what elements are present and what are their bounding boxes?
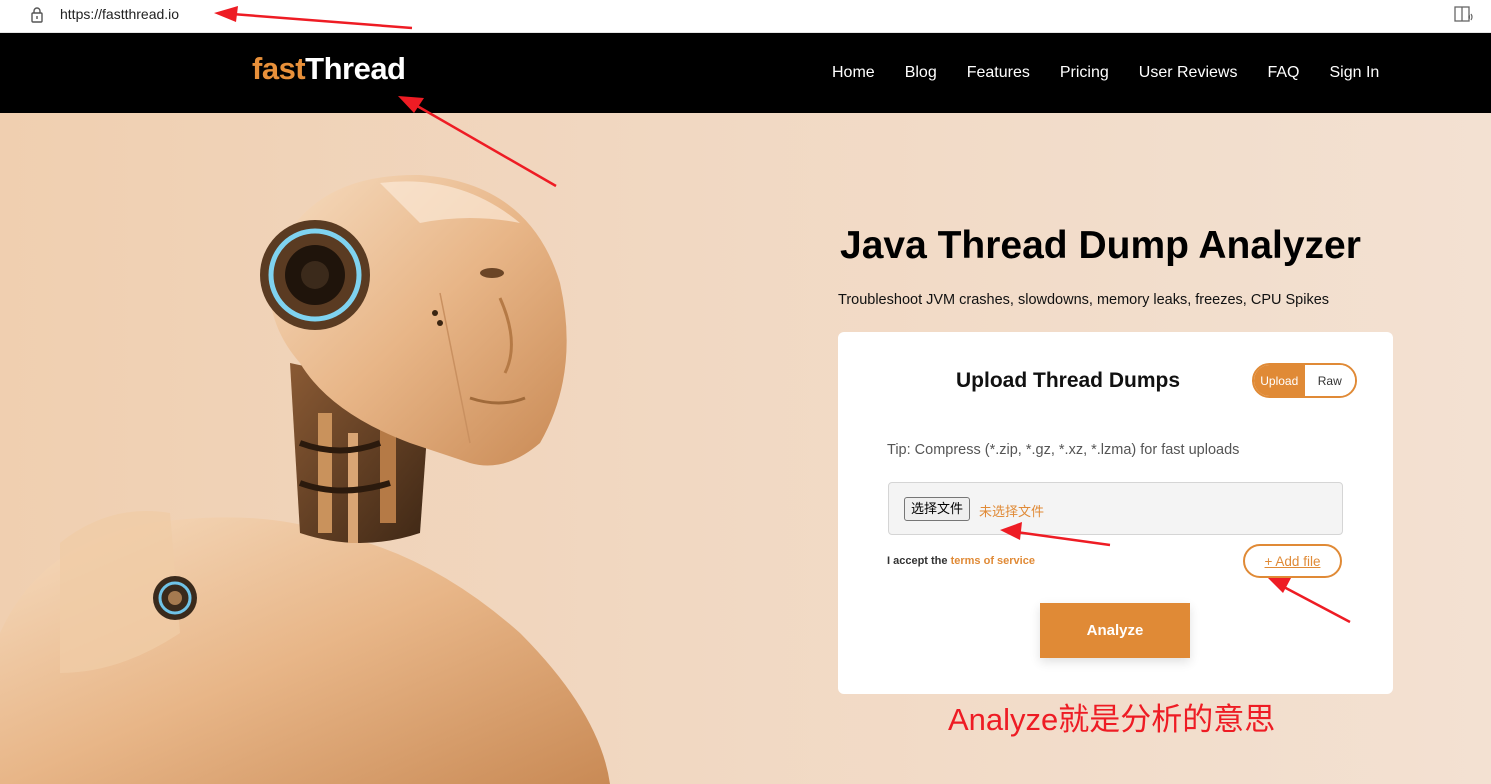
browser-address-bar: https://fastthread.io xyxy=(0,0,1491,33)
toggle-upload[interactable]: Upload xyxy=(1254,365,1305,396)
nav-user-reviews[interactable]: User Reviews xyxy=(1139,64,1238,82)
nav-links: Home Blog Features Pricing User Reviews … xyxy=(832,64,1379,82)
page-subtitle: Troubleshoot JVM crashes, slowdowns, mem… xyxy=(838,292,1330,308)
upload-card-title: Upload Thread Dumps xyxy=(956,369,1181,392)
nav-blog[interactable]: Blog xyxy=(905,64,937,82)
address-url[interactable]: https://fastthread.io xyxy=(60,6,179,22)
analyze-button[interactable]: Analyze xyxy=(1040,603,1190,658)
accept-prefix: I accept the xyxy=(887,555,951,567)
nav-features[interactable]: Features xyxy=(967,64,1030,82)
robot-illustration xyxy=(0,174,610,784)
hero-section: Java Thread Dump Analyzer Troubleshoot J… xyxy=(0,113,1491,784)
upload-card: Upload Thread Dumps Upload Raw Tip: Comp… xyxy=(838,332,1393,694)
logo-thread: Thread xyxy=(305,51,406,86)
terms-acceptance: I accept the terms of service xyxy=(887,555,1035,567)
nav-sign-in[interactable]: Sign In xyxy=(1329,64,1379,82)
page-title: Java Thread Dump Analyzer xyxy=(840,224,1361,267)
file-input-box[interactable]: 选择文件 未选择文件 xyxy=(888,482,1343,535)
nav-home[interactable]: Home xyxy=(832,64,875,82)
compress-tip: Tip: Compress (*.zip, *.gz, *.xz, *.lzma… xyxy=(887,442,1240,458)
choose-file-button[interactable]: 选择文件 xyxy=(904,497,971,521)
reader-mode-icon[interactable] xyxy=(1454,5,1474,23)
add-file-button[interactable]: + Add file xyxy=(1243,544,1342,578)
annotation-note: Analyze就是分析的意思 xyxy=(948,702,1276,737)
terms-of-service-link[interactable]: terms of service xyxy=(951,555,1035,567)
logo-fast: fast xyxy=(252,51,306,86)
fastthread-logo[interactable]: fastThread xyxy=(252,51,406,87)
nav-faq[interactable]: FAQ xyxy=(1267,64,1299,82)
lock-icon xyxy=(31,7,43,23)
upload-mode-toggle: Upload Raw xyxy=(1252,363,1357,398)
toggle-raw[interactable]: Raw xyxy=(1304,365,1355,396)
site-navbar: fastThread Home Blog Features Pricing Us… xyxy=(0,33,1491,113)
nav-pricing[interactable]: Pricing xyxy=(1060,64,1109,82)
no-file-label: 未选择文件 xyxy=(979,504,1045,519)
